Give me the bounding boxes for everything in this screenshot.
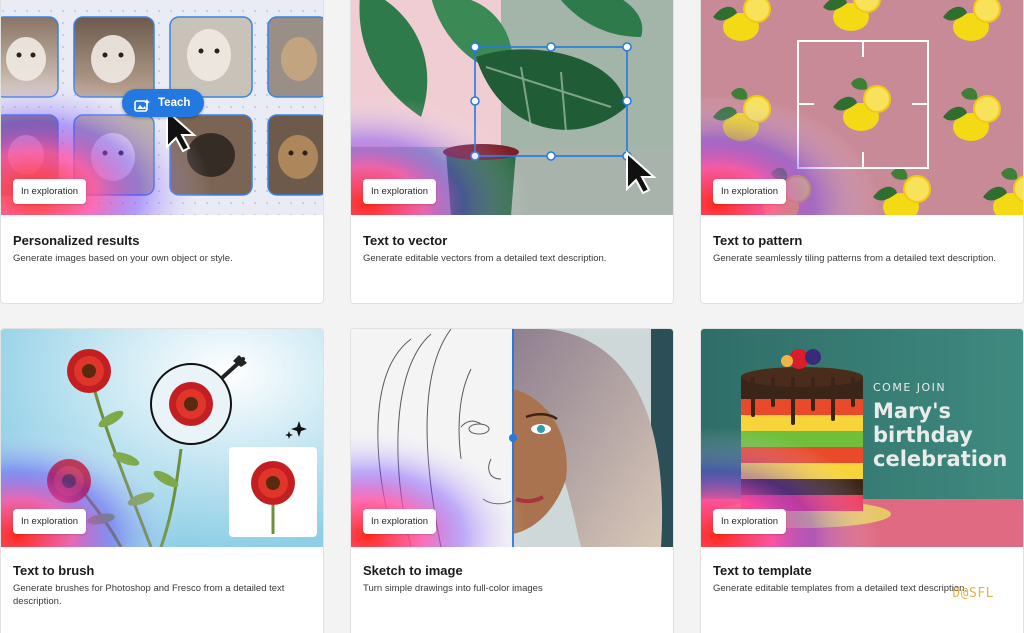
card-description: Generate editable vectors from a detaile… [363,253,607,264]
watermark: D@SFL [952,586,994,601]
status-badge: In exploration [363,179,437,204]
template-line-2: birthday [873,423,973,447]
card-description: Generate brushes for Photoshop and Fresc… [13,583,285,607]
teach-button-label: Teach [158,97,191,109]
template-kicker: Come join [873,381,947,394]
card-sketch-to-image[interactable]: In exploration Sketch to image Turn simp… [350,328,674,633]
template-line-1: Mary's [873,399,952,423]
card-personalized-results[interactable]: Teach In exploration Personalized result… [0,0,324,304]
status-badge: In exploration [363,509,437,534]
card-title: Text to vector [363,233,448,248]
card-text-to-pattern[interactable]: In exploration Text to pattern Generate … [700,0,1024,304]
card-title: Sketch to image [363,563,463,578]
card-text-to-vector[interactable]: In exploration Text to vector Generate e… [350,0,674,304]
card-text-to-brush[interactable]: In exploration Text to brush Generate br… [0,328,324,633]
status-badge: In exploration [713,179,787,204]
card-description: Turn simple drawings into full-color ima… [363,583,543,594]
card-title: Text to template [713,563,812,578]
card-title: Text to brush [13,563,95,578]
status-badge: In exploration [13,509,87,534]
teach-icon [134,96,150,124]
card-description: Generate seamlessly tiling patterns from… [713,253,997,264]
teach-button[interactable]: Teach [122,89,204,117]
status-badge: In exploration [13,179,87,204]
status-badge: In exploration [713,509,787,534]
card-title: Text to pattern [713,233,803,248]
template-line-3: celebration [873,447,1008,471]
card-description: Generate images based on your own object… [13,253,233,264]
card-title: Personalized results [13,233,140,248]
